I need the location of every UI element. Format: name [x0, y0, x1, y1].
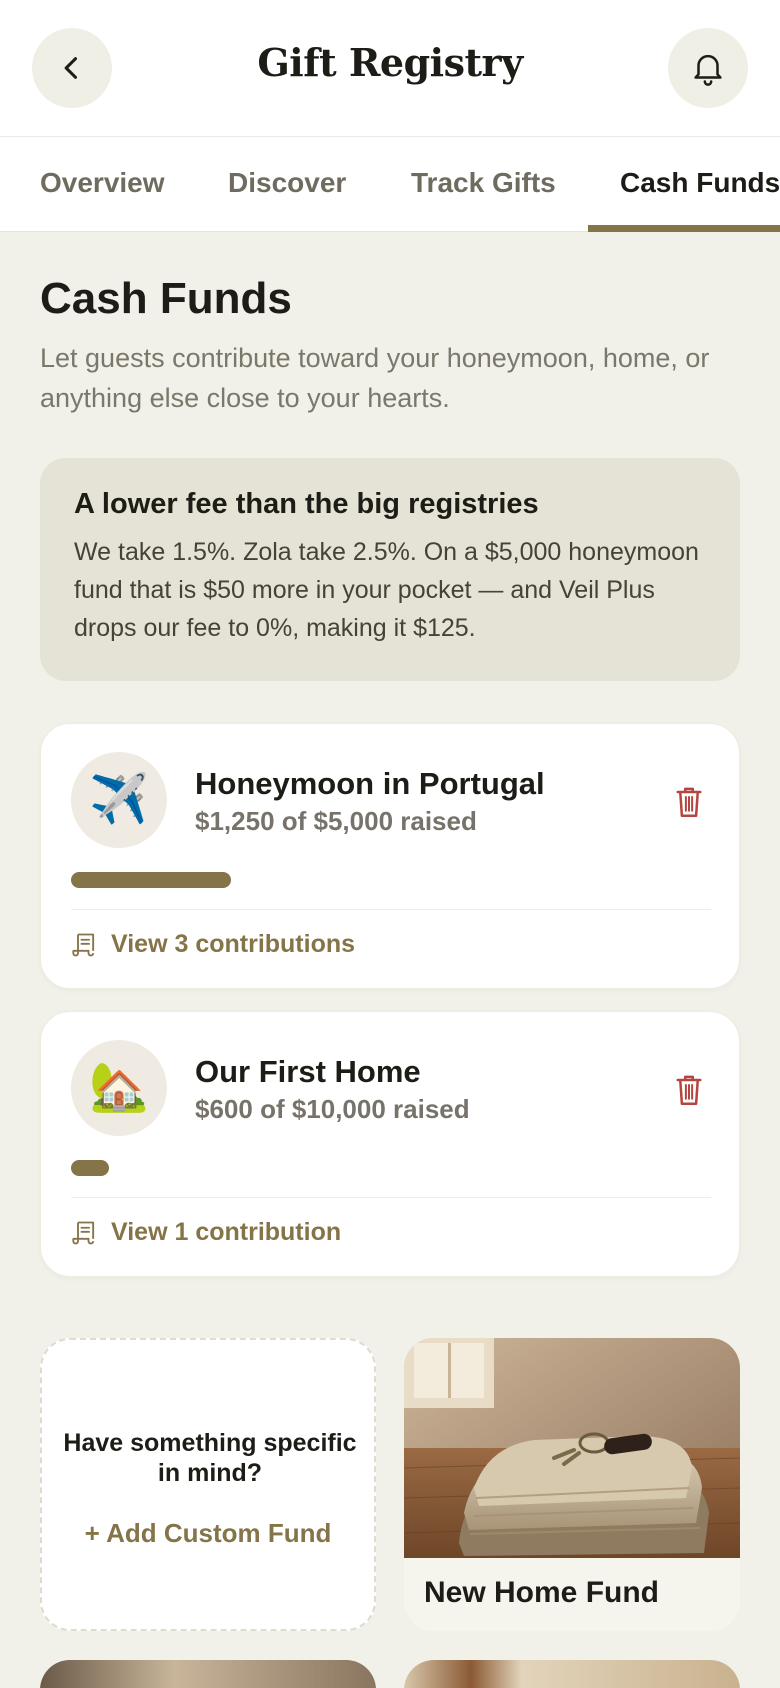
- fund-card[interactable]: 🏡 Our First Home $600 of $10,000 raised …: [40, 1011, 740, 1277]
- suggested-fund-card[interactable]: [404, 1660, 740, 1688]
- receipt-icon: [72, 1221, 95, 1244]
- app-header: Gift Registry: [0, 0, 780, 137]
- divider: [71, 909, 711, 910]
- page-subtitle: Let guests contribute toward your honeym…: [40, 343, 710, 413]
- page-title: Cash Funds: [40, 274, 292, 323]
- divider: [71, 1197, 711, 1198]
- receipt-icon: [72, 933, 95, 956]
- view-contributions-label: View 1 contribution: [111, 1218, 342, 1246]
- fund-progress-fill: [71, 872, 231, 888]
- notifications-button[interactable]: [668, 28, 748, 108]
- tab-track-gifts[interactable]: Track Gifts: [411, 167, 556, 199]
- add-custom-fund-button[interactable]: + Add Custom Fund: [42, 1518, 374, 1549]
- fund-progress-bar: [71, 1160, 711, 1176]
- fee-info-box: A lower fee than the big registries We t…: [40, 458, 740, 681]
- view-contributions-link[interactable]: View 3 contributions: [71, 930, 355, 959]
- fund-name: Our First Home: [195, 1054, 421, 1089]
- page-header-title: Gift Registry: [257, 40, 523, 85]
- fund-progress-fill: [71, 1160, 110, 1176]
- tab-cash-funds[interactable]: Cash Funds: [620, 167, 780, 199]
- airplane-icon: ✈️: [71, 752, 167, 848]
- fund-card[interactable]: ✈️ Honeymoon in Portugal $1,250 of $5,00…: [40, 723, 740, 989]
- suggested-fund-label: New Home Fund: [424, 1576, 660, 1609]
- fund-progress-bar: [71, 872, 711, 888]
- fund-name: Honeymoon in Portugal: [195, 766, 545, 801]
- view-contributions-label: View 3 contributions: [111, 930, 356, 958]
- tab-overview[interactable]: Overview: [40, 167, 165, 199]
- fee-info-title: A lower fee than the big registries: [74, 488, 539, 520]
- bell-icon: [694, 54, 722, 86]
- delete-fund-button[interactable]: [669, 1070, 709, 1110]
- trash-icon: [676, 787, 702, 817]
- suggested-fund-card[interactable]: [40, 1660, 376, 1688]
- trash-icon: [676, 1075, 702, 1105]
- delete-fund-button[interactable]: [669, 782, 709, 822]
- suggested-fund-card[interactable]: New Home Fund: [404, 1338, 740, 1631]
- active-tab-indicator: [588, 225, 780, 232]
- fee-info-body: We take 1.5%. Zola take 2.5%. On a $5,00…: [74, 538, 699, 642]
- view-contributions-link[interactable]: View 1 contribution: [71, 1218, 341, 1247]
- tab-bar: Overview Discover Track Gifts Cash Funds: [0, 137, 780, 232]
- house-icon: 🏡: [71, 1040, 167, 1136]
- tab-discover[interactable]: Discover: [228, 167, 346, 199]
- fund-raised-amount: $600 of $10,000 raised: [195, 1094, 470, 1124]
- custom-fund-prompt: Have something specific in mind?: [63, 1429, 357, 1487]
- fund-raised-amount: $1,250 of $5,000 raised: [195, 806, 477, 836]
- add-custom-fund-card[interactable]: Have something specific in mind? + Add C…: [40, 1338, 376, 1631]
- folded-linens-with-keys-photo: [404, 1338, 740, 1558]
